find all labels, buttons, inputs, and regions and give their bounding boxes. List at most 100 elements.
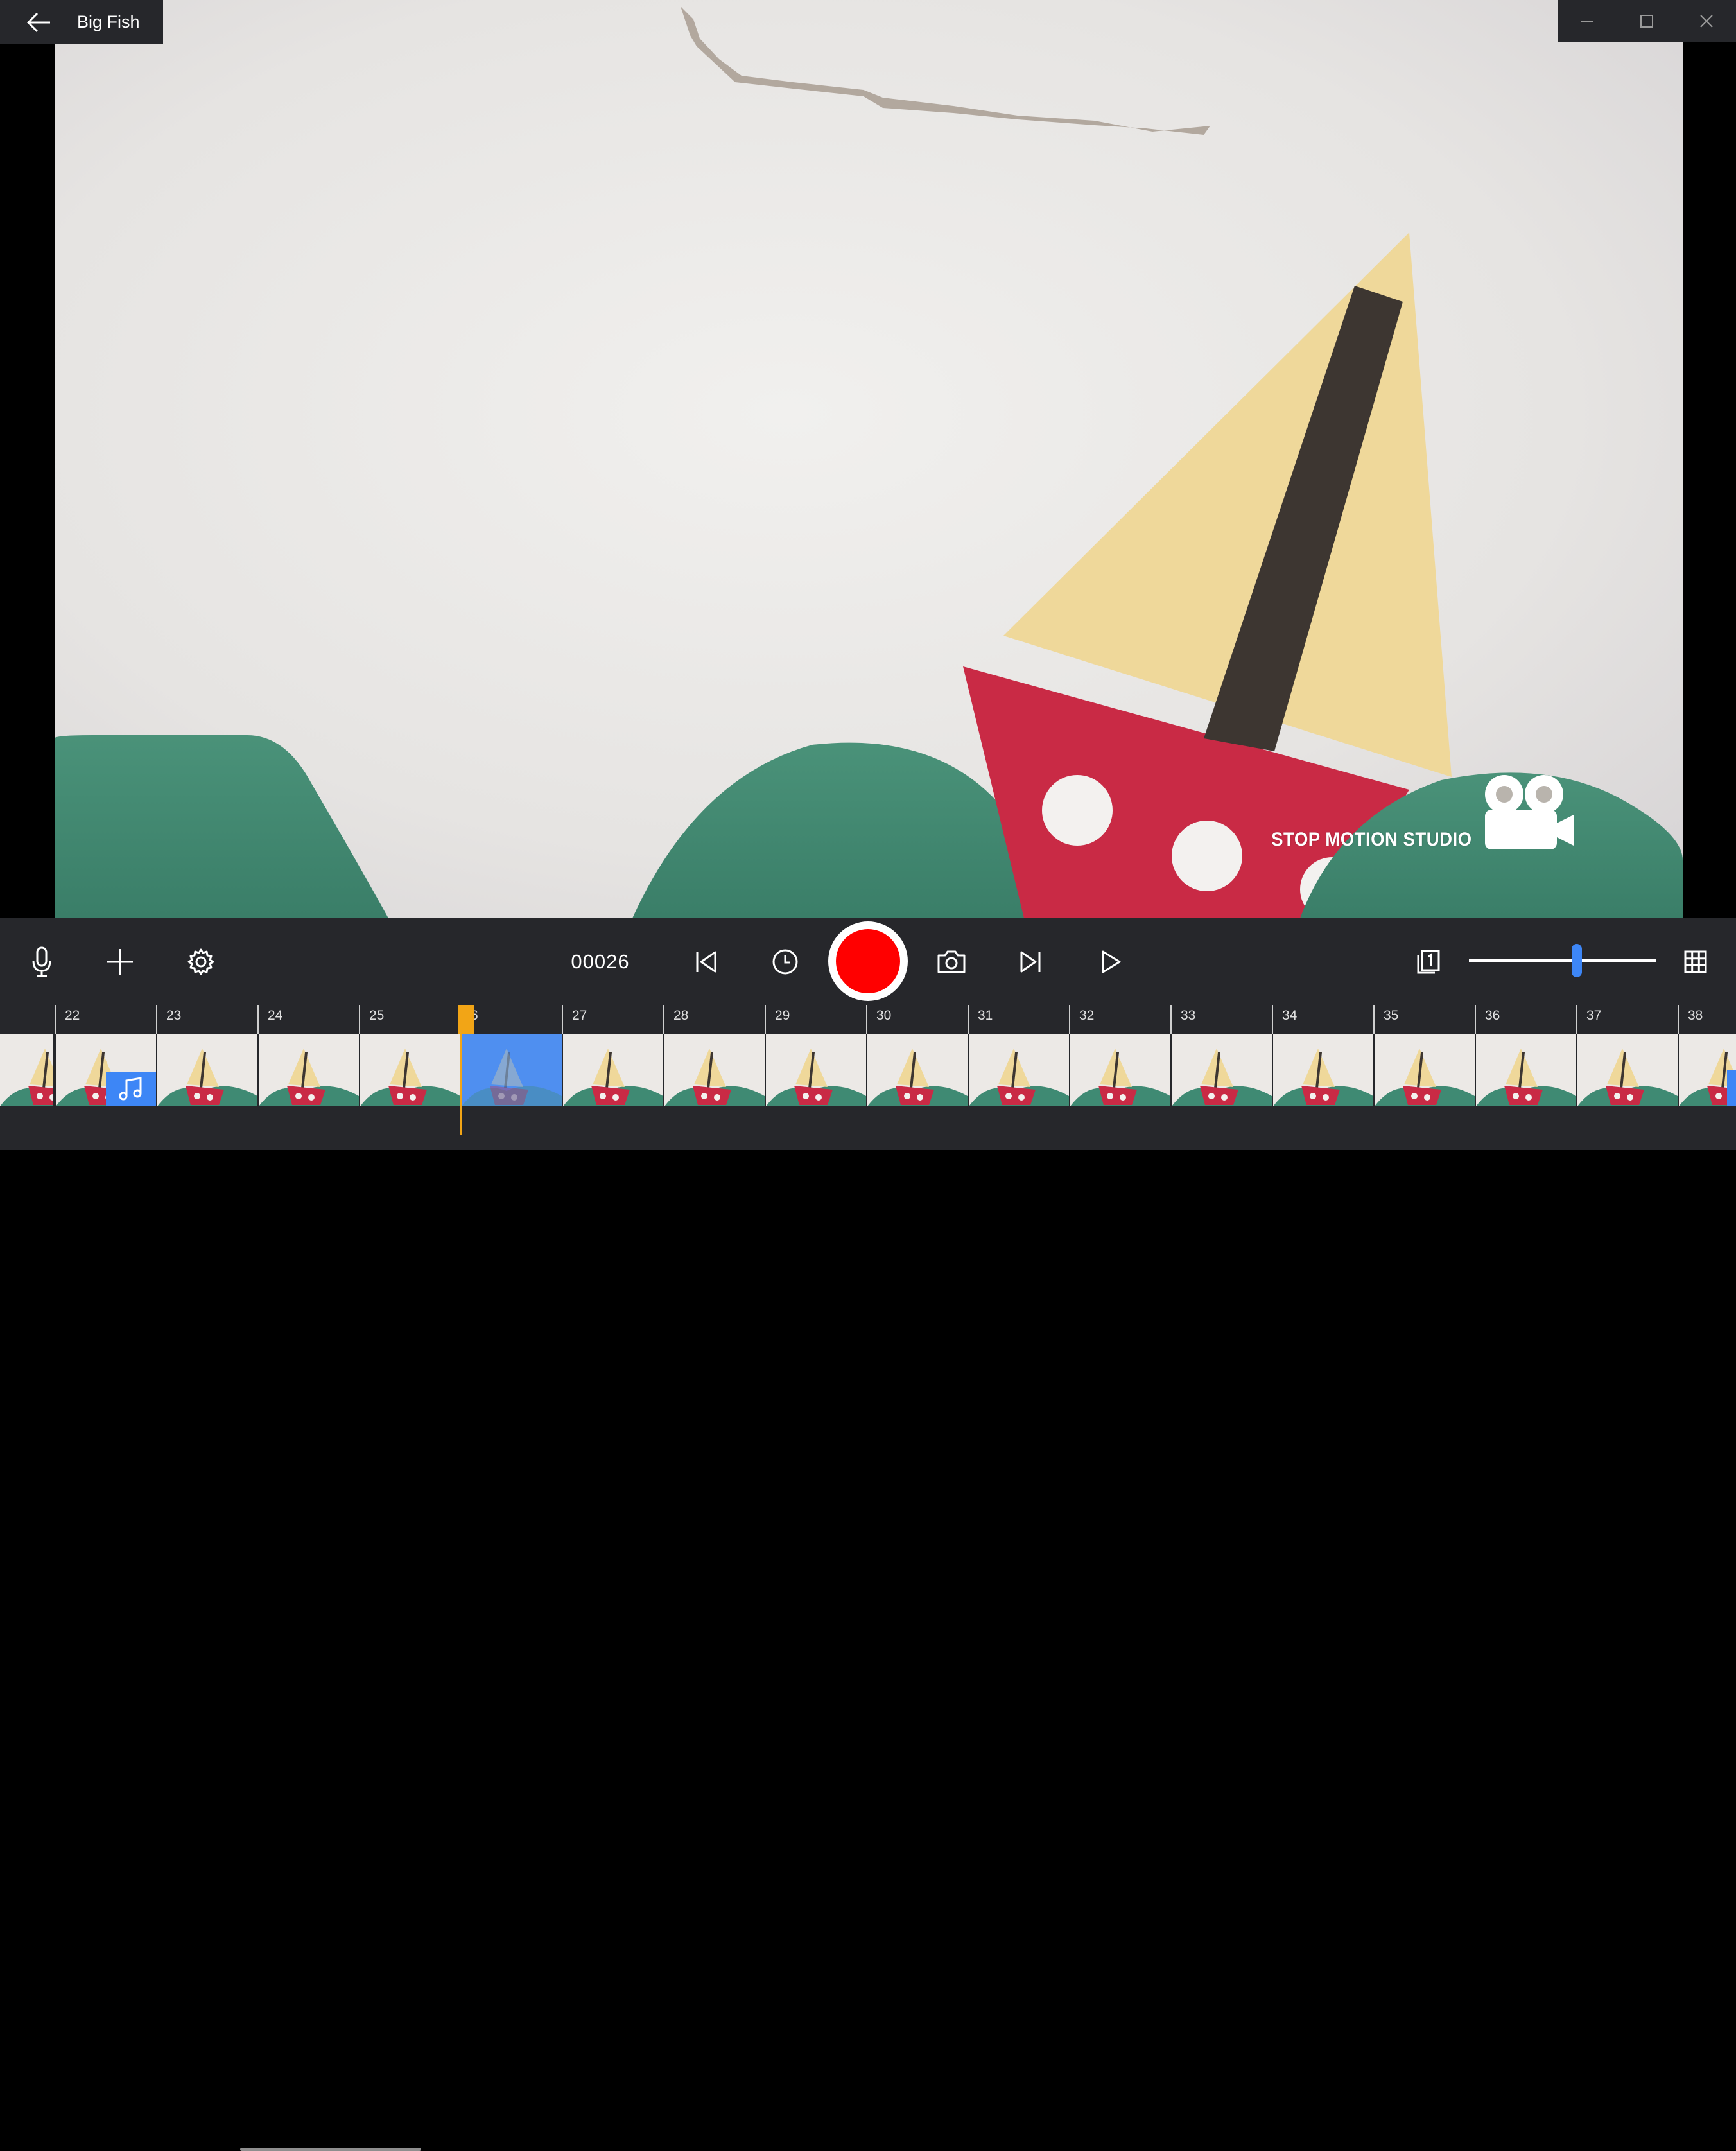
onion-skin-frames-icon [1417,950,1440,973]
frame-thumbnail[interactable] [1577,1034,1678,1106]
record-button[interactable] [828,921,908,1001]
frame-counter: 00026 [559,918,642,1005]
onion-skin-slider[interactable] [1469,918,1656,1005]
back-button[interactable] [0,0,77,44]
frame-number-label: 23 [166,1008,182,1023]
frame-ruler: 222324256272829303132333435363738 [0,1005,1736,1034]
frame-thumbnail[interactable] [462,1034,562,1106]
frame-preview: STOP MOTION STUDIO [55,0,1683,918]
minimize-icon [1581,20,1594,22]
slider-fill [1469,959,1572,962]
boat-thumbnail-image [462,1049,562,1106]
slider-thumb[interactable] [1572,944,1583,977]
frame-thumbnail[interactable] [867,1034,968,1106]
frame-tick: 37 [1576,1005,1601,1034]
boat-thumbnail-image [360,1049,460,1106]
boat-thumbnail-image [259,1049,359,1106]
frame-thumbnail[interactable] [0,1034,53,1106]
frame-number-label: 31 [978,1008,993,1023]
boat-thumbnail-image [867,1049,968,1106]
boat-thumbnail-image [1172,1049,1272,1106]
frame-number-label: 34 [1282,1008,1298,1023]
frame-tick: 30 [866,1005,891,1034]
audio-track-badge[interactable] [106,1072,156,1106]
frame-number-label: 27 [572,1008,587,1023]
timeline[interactable]: 222324256272829303132333435363738 [0,1005,1736,2151]
window-controls [1558,0,1736,42]
frame-tick: 32 [1069,1005,1094,1034]
settings-button[interactable] [178,918,223,1005]
add-button[interactable] [98,918,143,1005]
frame-thumbnail[interactable] [157,1034,257,1106]
frame-thumbnail[interactable] [563,1034,663,1106]
frame-tick: 33 [1170,1005,1195,1034]
frame-number-label: 22 [65,1008,80,1023]
frame-tick: 25 [359,1005,384,1034]
playhead-handle[interactable] [458,1005,474,1034]
frame-tick: 38 [1678,1005,1703,1034]
frame-number-label: 36 [1485,1008,1500,1023]
frame-thumbnail[interactable] [1070,1034,1170,1106]
frame-number-label: 25 [369,1008,385,1023]
timer-button[interactable] [763,918,808,1005]
close-button[interactable] [1676,0,1736,42]
frame-thumbnail[interactable] [664,1034,765,1106]
frame-thumbnail[interactable] [766,1034,866,1106]
frame-number-label: 35 [1384,1008,1399,1023]
frame-number-label: 30 [876,1008,892,1023]
timeline-end-marker [1727,1070,1736,1106]
frame-number-label: 38 [1688,1008,1703,1023]
boat-thumbnail-image [1476,1049,1576,1106]
music-note-icon [119,1077,142,1101]
boat-thumbnail-image [664,1049,765,1106]
frame-tick: 27 [562,1005,587,1034]
onion-skin-button[interactable] [1405,918,1450,1005]
gear-icon [187,948,214,975]
frame-thumbnail[interactable] [259,1034,359,1106]
boat-thumbnail-image [563,1049,663,1106]
close-icon [1699,14,1713,28]
grid-button[interactable] [1673,918,1718,1005]
frame-number-label: 28 [673,1008,689,1023]
boat-thumbnail-image [1070,1049,1170,1106]
filmstrip[interactable] [0,1034,1736,1106]
boat-thumbnail-image [1577,1049,1678,1106]
frame-thumbnail[interactable] [360,1034,460,1106]
boat-thumbnail-image [157,1049,257,1106]
maximize-button[interactable] [1617,0,1677,42]
frame-thumbnail[interactable] [1476,1034,1576,1106]
play-button[interactable] [1088,918,1133,1005]
frame-thumbnail[interactable] [1273,1034,1373,1106]
skip-to-start-icon [696,951,716,972]
frame-thumbnail[interactable] [1172,1034,1272,1106]
frame-thumbnail[interactable] [969,1034,1069,1106]
frame-number-label: 37 [1586,1008,1602,1023]
skip-to-start-button[interactable] [684,918,729,1005]
frame-counter-value: 00026 [571,950,630,973]
clock-icon [772,949,798,974]
capture-button[interactable] [929,918,974,1005]
frame-tick: 28 [663,1005,688,1034]
frame-tick: 29 [765,1005,790,1034]
maximize-icon [1640,14,1653,28]
camera-viewer[interactable]: STOP MOTION STUDIO [0,0,1736,918]
microphone-icon [32,946,51,977]
frame-number-label: 32 [1079,1008,1095,1023]
frame-number-label: 33 [1181,1008,1196,1023]
skip-to-end-button[interactable] [1008,918,1053,1005]
frame-number-label: 24 [268,1008,283,1023]
timeline-scrollbar[interactable] [240,2148,421,2151]
minimize-button[interactable] [1558,0,1617,42]
frame-thumbnail[interactable] [1375,1034,1475,1106]
boat-thumbnail-image [766,1049,866,1106]
title-bar: Big Fish [0,0,163,44]
frame-tick: 24 [257,1005,282,1034]
frame-tick: 22 [55,1005,80,1034]
movie-camera-icon [1485,775,1574,849]
frame-tick: 34 [1272,1005,1297,1034]
frame-tick: 31 [968,1005,993,1034]
record-audio-button[interactable] [19,918,64,1005]
camera-icon [937,950,966,973]
boat-thumbnail-image [1375,1049,1475,1106]
watermark-text: STOP MOTION STUDIO [1271,829,1472,850]
